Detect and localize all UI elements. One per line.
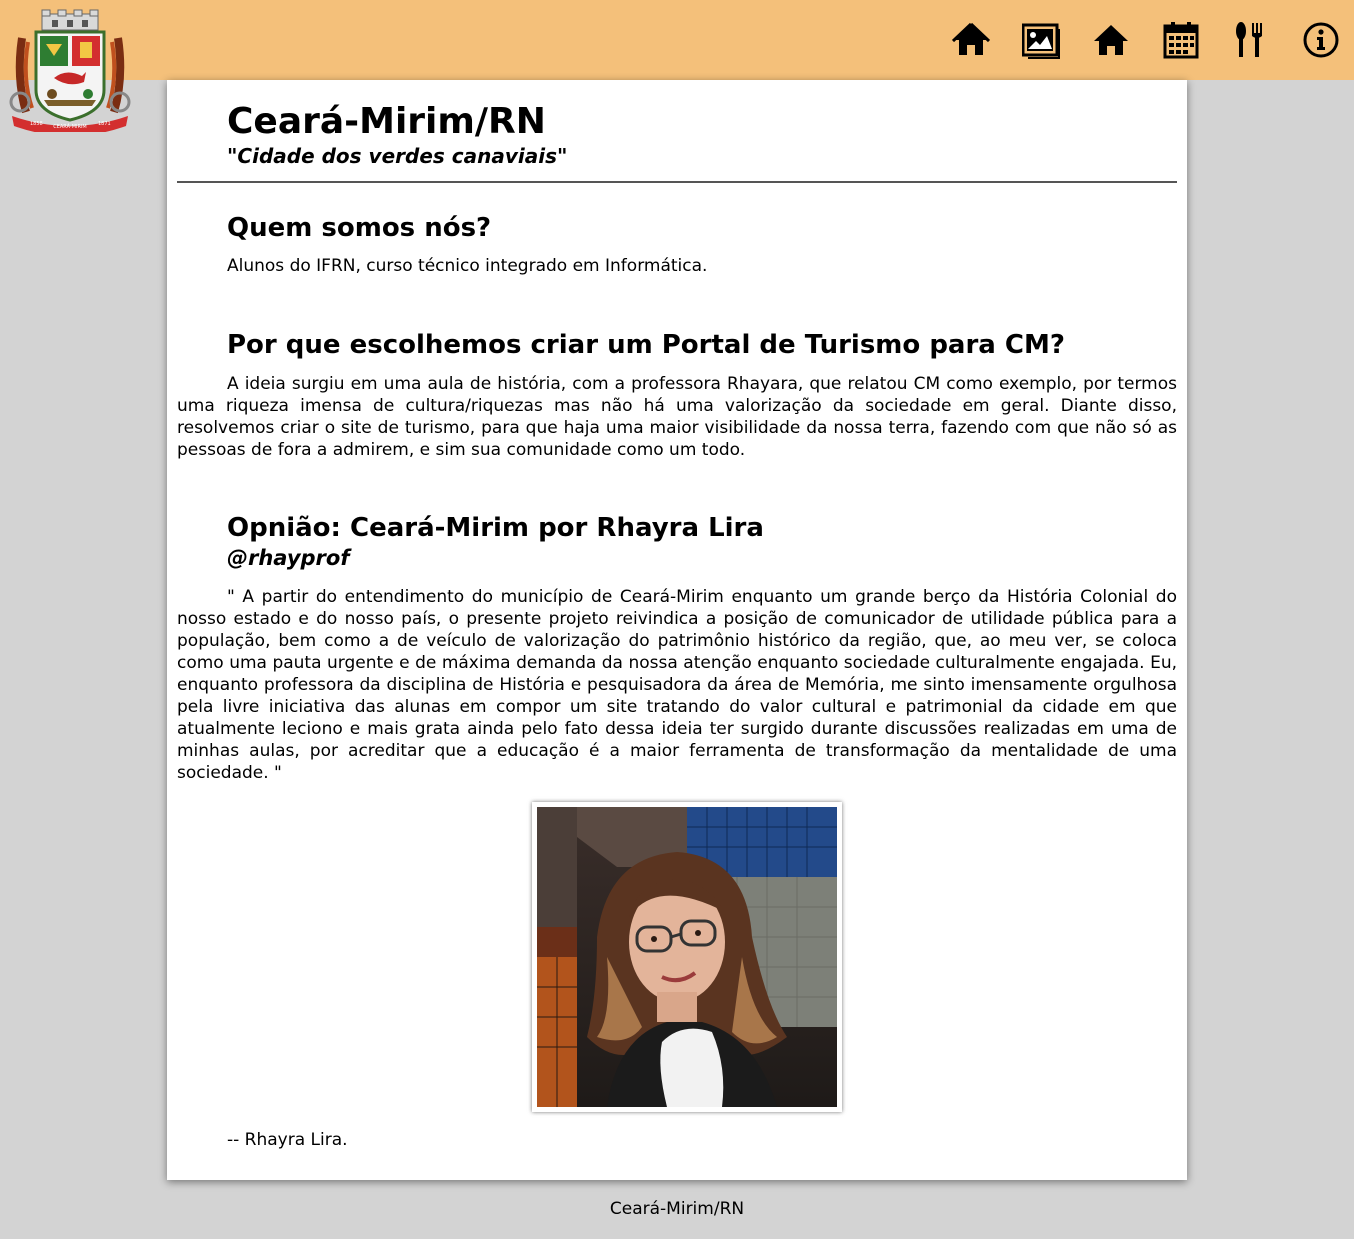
section-who-heading: Quem somos nós? [227, 213, 492, 243]
nav-places-button[interactable] [1092, 21, 1130, 59]
ribbon-city-name: CEARÁ-MIRIM [53, 123, 87, 130]
home-icon [952, 22, 990, 55]
author-photo [532, 802, 842, 1112]
city-coat-of-arms-logo[interactable]: 1858 CEARÁ-MIRIM 1871 [8, 8, 132, 136]
content-card: Ceará-Mirim/RN "Cidade dos verdes canavi… [167, 80, 1187, 1180]
house-icon [1094, 25, 1128, 55]
nav-about-button[interactable] [1302, 21, 1340, 59]
top-bar [0, 0, 1354, 80]
opinion-signature: -- Rhayra Lira. [227, 1130, 348, 1150]
section-who-text: Alunos do IFRN, curso técnico integrado … [227, 256, 708, 276]
coat-of-arms-icon: 1858 CEARÁ-MIRIM 1871 [9, 9, 131, 136]
page-tagline: "Cidade dos verdes canaviais" [227, 144, 568, 168]
nav-home-button[interactable] [952, 21, 990, 59]
author-portrait-image [537, 807, 837, 1107]
image-gallery-icon [1022, 23, 1060, 59]
ribbon-year-left: 1858 [30, 121, 43, 127]
section-why-text: A ideia surgiu em uma aula de história, … [177, 374, 1177, 460]
author-handle: @rhayprof [227, 546, 350, 570]
calendar-icon [1163, 22, 1199, 59]
section-why-heading: Por que escolhemos criar um Portal de Tu… [227, 330, 1065, 360]
ribbon-year-right: 1871 [98, 121, 111, 127]
nav-events-button[interactable] [1162, 21, 1200, 59]
nav-gallery-button[interactable] [1022, 21, 1060, 59]
section-opinion-heading: Opnião: Ceará-Mirim por Rhayra Lira [227, 513, 764, 543]
title-divider [177, 181, 1177, 183]
page-title: Ceará-Mirim/RN [227, 101, 546, 142]
fork-knife-icon [1236, 22, 1262, 57]
nav-menu [920, 20, 1340, 60]
nav-food-button[interactable] [1232, 21, 1270, 59]
page-footer: Ceará-Mirim/RN [609, 1199, 745, 1219]
info-icon [1303, 22, 1339, 58]
opinion-quote: " A partir do entendimento do município … [177, 587, 1177, 783]
